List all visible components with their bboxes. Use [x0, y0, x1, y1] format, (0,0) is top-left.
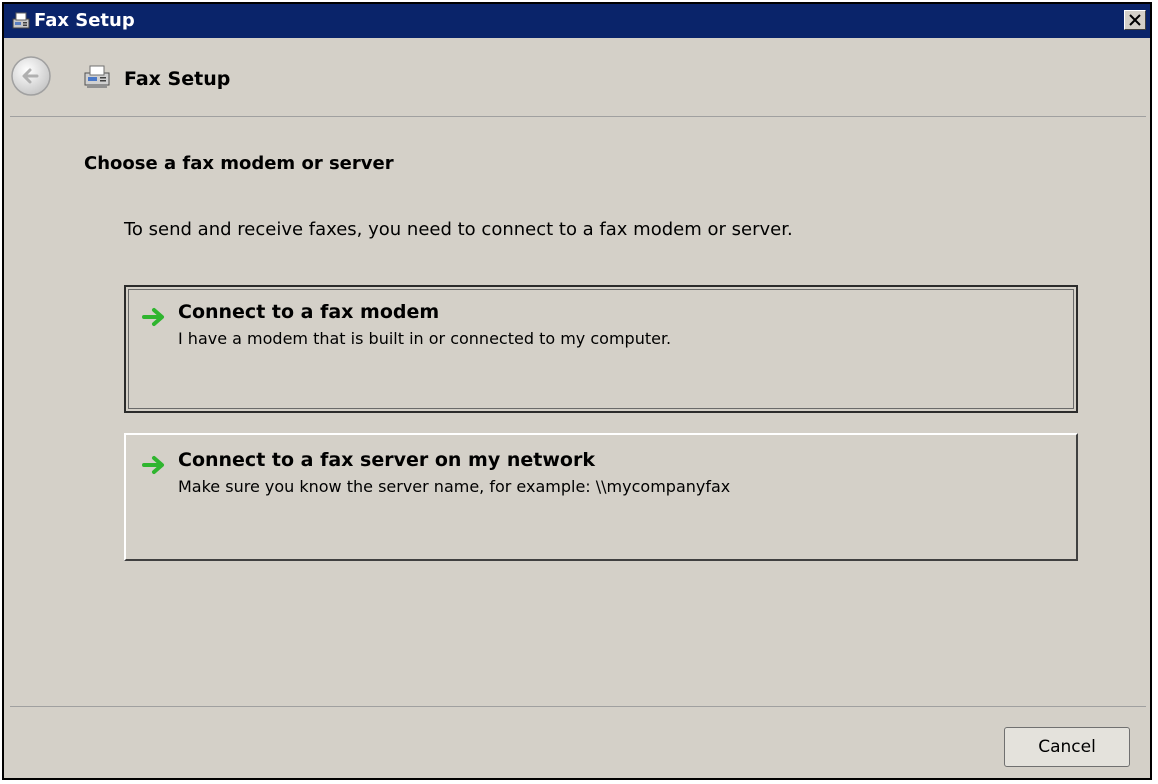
- back-button[interactable]: [10, 55, 52, 97]
- option-title: Connect to a fax modem: [178, 301, 440, 323]
- fax-machine-icon: [12, 12, 30, 29]
- option-description: Make sure you know the server name, for …: [178, 477, 731, 496]
- option-title: Connect to a fax server on my network: [178, 449, 595, 471]
- close-button[interactable]: [1124, 10, 1146, 30]
- option-description: I have a modem that is built in or conne…: [178, 329, 672, 348]
- page-title: Fax Setup: [124, 68, 231, 90]
- section-description: To send and receive faxes, you need to c…: [124, 219, 793, 240]
- window-title: Fax Setup: [34, 10, 135, 31]
- green-arrow-icon: [142, 456, 164, 474]
- fax-icon: [84, 65, 110, 88]
- connect-fax-modem-option[interactable]: Connect to a fax modem I have a modem th…: [124, 285, 1078, 413]
- close-icon: [1129, 14, 1141, 26]
- navigation-bar: Fax Setup: [4, 38, 1150, 118]
- green-arrow-icon: [142, 308, 164, 326]
- connect-fax-server-option[interactable]: Connect to a fax server on my network Ma…: [124, 433, 1078, 561]
- fax-setup-window: Fax Setup Fax Setup Choose a fax modem o…: [2, 2, 1152, 780]
- cancel-button[interactable]: Cancel: [1004, 727, 1130, 767]
- footer-bar: Cancel: [4, 707, 1150, 778]
- section-heading: Choose a fax modem or server: [84, 153, 394, 174]
- title-bar: Fax Setup: [4, 4, 1150, 38]
- content-panel: Choose a fax modem or server To send and…: [10, 116, 1146, 707]
